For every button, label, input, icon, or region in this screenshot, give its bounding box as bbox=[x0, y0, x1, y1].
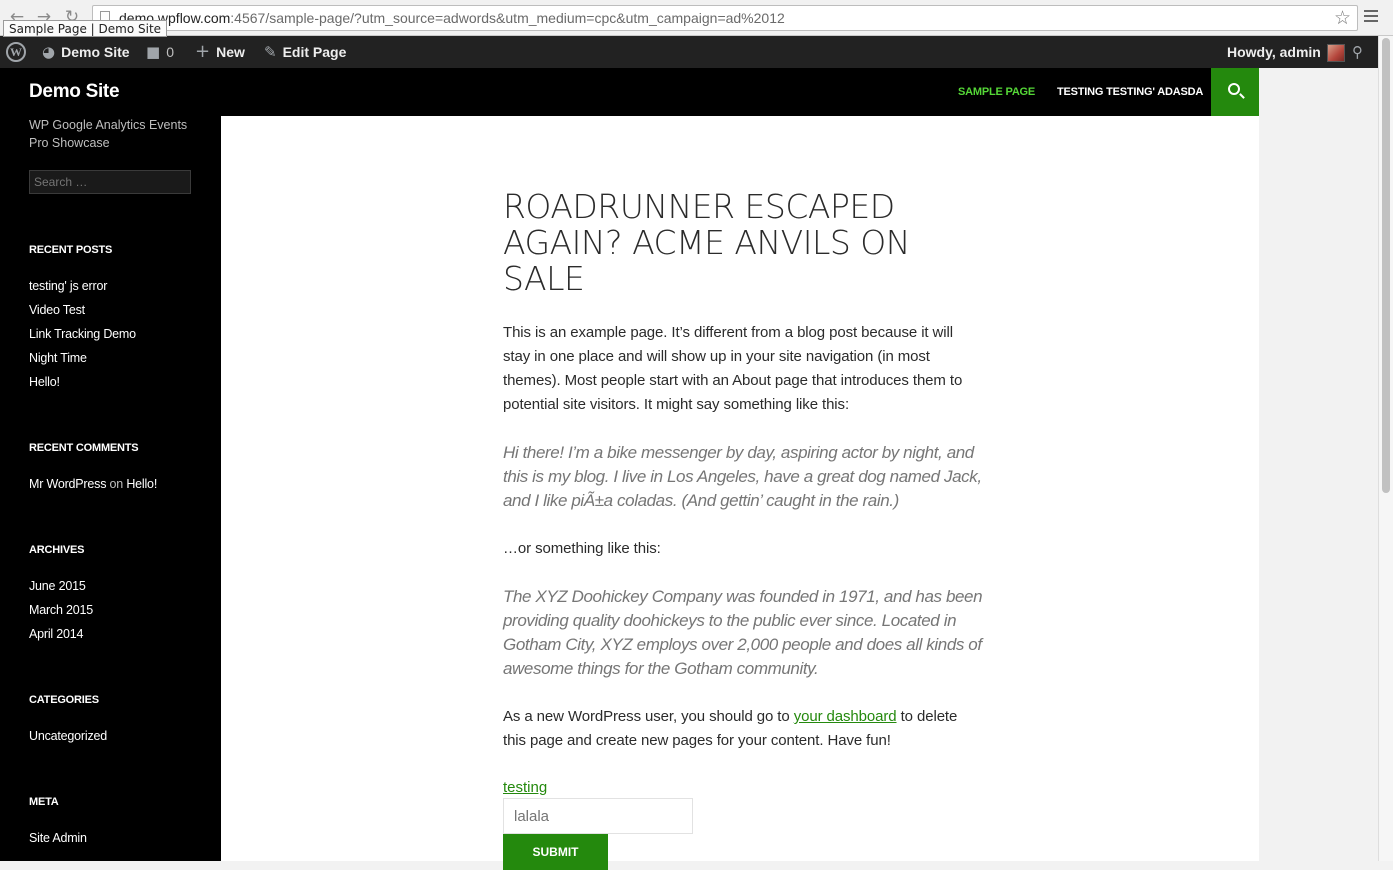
archives-heading: ARCHIVES bbox=[29, 544, 85, 556]
nav-item-sample-page[interactable]: SAMPLE PAGE bbox=[958, 68, 1035, 116]
list-item[interactable]: Video Test bbox=[29, 298, 136, 322]
wordpress-logo-icon[interactable]: W bbox=[6, 42, 26, 62]
paragraph: …or something like this: bbox=[503, 540, 661, 557]
address-bar[interactable]: demo.wpflow.com:4567/sample-page/?utm_so… bbox=[92, 5, 1358, 31]
text-input[interactable] bbox=[503, 798, 693, 834]
categories-heading: CATEGORIES bbox=[29, 694, 99, 706]
dashboard-link[interactable]: your dashboard bbox=[794, 708, 897, 725]
sidebar-search-input[interactable] bbox=[29, 170, 191, 194]
primary-navigation: SAMPLE PAGE TESTING TESTING' ADASDA bbox=[221, 68, 1259, 116]
form-section: testing SUBMIT bbox=[503, 779, 983, 870]
bookmark-star-icon[interactable]: ☆ bbox=[1334, 7, 1351, 29]
list-item: Mr WordPress on Hello! bbox=[29, 477, 158, 491]
categories-list: Uncategorized bbox=[29, 724, 107, 748]
recent-posts-list: testing' js error Video Test Link Tracki… bbox=[29, 274, 136, 394]
blockquote: The XYZ Doohickey Company was founded in… bbox=[503, 587, 983, 678]
pencil-icon: ✎ bbox=[264, 43, 277, 61]
list-item[interactable]: March 2015 bbox=[29, 598, 93, 622]
search-icon bbox=[1228, 83, 1240, 95]
article: ROADRUNNER ESCAPED AGAIN? ACME ANVILS ON… bbox=[503, 189, 983, 870]
url-text[interactable]: demo.wpflow.com:4567/sample-page/?utm_so… bbox=[119, 10, 785, 26]
recent-comments-heading: RECENT COMMENTS bbox=[29, 442, 139, 454]
page-title: ROADRUNNER ESCAPED AGAIN? ACME ANVILS ON… bbox=[503, 187, 910, 298]
page-scrollbar[interactable] bbox=[1378, 36, 1393, 861]
site-description: WP Google Analytics Events Pro Showcase bbox=[29, 118, 188, 150]
list-item[interactable]: Site Admin bbox=[29, 826, 87, 850]
admin-bar-search-icon[interactable]: ⚲ bbox=[1352, 36, 1369, 68]
comment-icon: ■ bbox=[146, 43, 161, 61]
meta-list: Site Admin bbox=[29, 826, 87, 850]
paragraph: This is an example page. It’s different … bbox=[503, 324, 963, 413]
list-item[interactable]: testing' js error bbox=[29, 274, 136, 298]
nav-search-toggle[interactable] bbox=[1211, 68, 1259, 116]
dashboard-icon: ◕ bbox=[42, 43, 56, 61]
list-item[interactable]: Link Tracking Demo bbox=[29, 322, 136, 346]
blockquote: Hi there! I’m a bike messenger by day, a… bbox=[503, 443, 982, 510]
recent-posts-heading: RECENT POSTS bbox=[29, 244, 113, 256]
list-item[interactable]: April 2014 bbox=[29, 622, 93, 646]
browser-toolbar: ← → ↻ demo.wpflow.com:4567/sample-page/?… bbox=[0, 0, 1393, 36]
admin-bar-site-link[interactable]: ◕ Demo Site bbox=[42, 36, 130, 68]
admin-bar-account[interactable]: Howdy, admin bbox=[1227, 36, 1345, 68]
list-item[interactable]: Hello! bbox=[29, 370, 136, 394]
wp-admin-bar: W ◕ Demo Site ■ 0 + New ✎ Edit Page Howdy, a… bbox=[0, 36, 1378, 68]
recent-comments-list: Mr WordPress on Hello! bbox=[29, 472, 157, 496]
avatar bbox=[1326, 44, 1345, 63]
paragraph: As a new WordPress user, you should go t… bbox=[503, 708, 958, 749]
comment-author-link[interactable]: Mr WordPress bbox=[29, 477, 106, 491]
site-title[interactable]: Demo Site bbox=[29, 81, 120, 103]
browser-menu-icon[interactable] bbox=[1362, 7, 1380, 25]
nav-item-testing[interactable]: TESTING TESTING' ADASDA bbox=[1057, 68, 1203, 116]
admin-bar-new[interactable]: + New bbox=[195, 36, 245, 68]
comment-post-link[interactable]: Hello! bbox=[126, 477, 157, 491]
plus-icon: + bbox=[195, 41, 211, 62]
sidebar: Demo Site WP Google Analytics Events Pro… bbox=[0, 68, 221, 861]
list-item[interactable]: Uncategorized bbox=[29, 724, 107, 748]
admin-bar-comments[interactable]: ■ 0 bbox=[146, 36, 174, 68]
submit-button[interactable]: SUBMIT bbox=[503, 834, 608, 870]
testing-link[interactable]: testing bbox=[503, 779, 547, 796]
main-content: ROADRUNNER ESCAPED AGAIN? ACME ANVILS ON… bbox=[221, 116, 1259, 870]
scrollbar-thumb[interactable] bbox=[1382, 38, 1390, 493]
admin-bar-edit-page[interactable]: ✎ Edit Page bbox=[264, 36, 346, 68]
list-item[interactable]: June 2015 bbox=[29, 574, 93, 598]
meta-heading: META bbox=[29, 796, 59, 808]
archives-list: June 2015 March 2015 April 2014 bbox=[29, 574, 93, 646]
list-item[interactable]: Night Time bbox=[29, 346, 136, 370]
tab-tooltip: Sample Page | Demo Site bbox=[3, 20, 168, 37]
